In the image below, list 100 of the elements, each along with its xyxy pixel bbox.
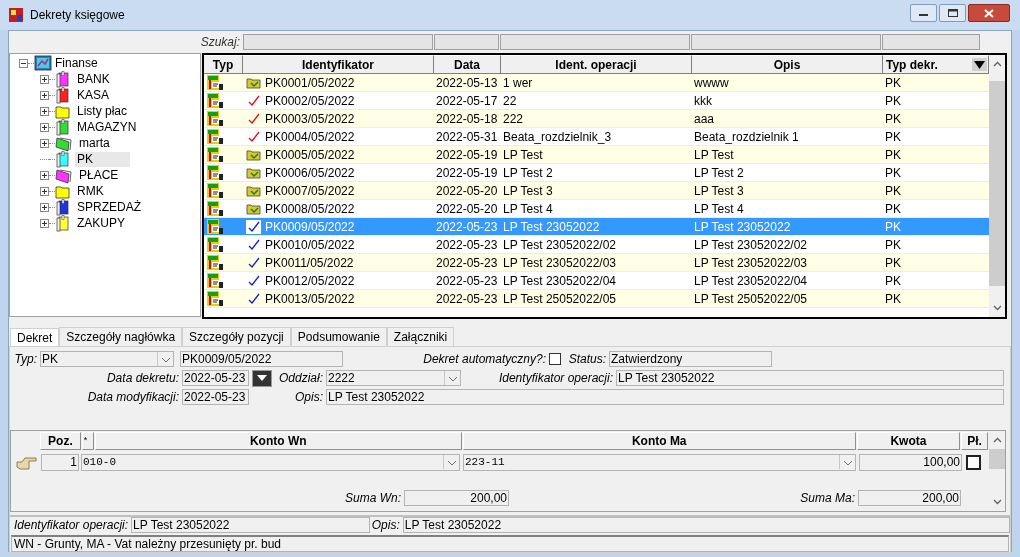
expand-icon[interactable]	[40, 170, 49, 180]
checkbox[interactable]	[966, 454, 981, 470]
expand-icon[interactable]	[40, 106, 49, 116]
tree-item[interactable]: PŁACE	[77, 167, 121, 183]
table-cell: 1	[41, 453, 79, 471]
collapse-icon[interactable]	[19, 58, 28, 68]
search-field[interactable]	[691, 34, 881, 50]
text-field[interactable]: 200,00	[404, 490, 509, 506]
dropdown[interactable]: 2222	[326, 370, 461, 386]
document-icon	[207, 128, 224, 145]
column-header[interactable]: Data	[434, 55, 501, 74]
minimize-button[interactable]	[910, 4, 937, 22]
column-header[interactable]: Typ dekr.	[883, 55, 989, 74]
maximize-button[interactable]	[939, 4, 966, 22]
text-field[interactable]: LP Test 23052022	[402, 517, 1010, 533]
column-header[interactable]: Pł.	[961, 432, 988, 450]
expand-icon[interactable]	[40, 90, 49, 100]
dropdown[interactable]: 223-11	[463, 453, 856, 471]
tree-item[interactable]: marta	[77, 135, 112, 151]
tree-item[interactable]: Listy płac	[75, 103, 130, 119]
table-row[interactable]: PK0008/05/2022 2022-05-20 LP Test 4 LP Test 4 PK	[204, 200, 989, 218]
tab[interactable]: Szczegóły pozycji	[182, 327, 291, 346]
text-field[interactable]: 2022-05-23	[182, 370, 249, 386]
table-row[interactable]: PK0011/05/2022 2022-05-23 LP Test 23052022/03 LP Test 23052022/03 PK	[204, 254, 989, 272]
expand-icon[interactable]	[40, 186, 49, 196]
search-field[interactable]	[434, 34, 499, 50]
expand-icon[interactable]	[40, 74, 49, 84]
column-header[interactable]: Konto Ma	[462, 432, 856, 450]
table-row[interactable]: PK0001/05/2022 2022-05-13 1 wer wwww PK	[204, 74, 989, 92]
table-row[interactable]: PK0005/05/2022 2022-05-19 LP Test LP Test PK	[204, 146, 989, 164]
tree-item[interactable]: PK	[75, 151, 130, 167]
column-header[interactable]: Poz.	[40, 432, 81, 450]
folder-icon	[245, 75, 261, 90]
tab[interactable]: Podsumowanie	[290, 327, 387, 346]
table-row[interactable]: PK0012/05/2022 2022-05-23 LP Test 23052022/04 LP Test 23052022/04 PK	[204, 272, 989, 290]
column-header[interactable]: *	[81, 432, 94, 450]
scrollbar-thumb[interactable]	[989, 81, 1005, 286]
column-header[interactable]: Konto Wn	[94, 432, 462, 450]
document-icon	[207, 110, 224, 127]
scroll-down-icon[interactable]	[992, 305, 1002, 311]
table-cell-text: PK	[885, 290, 901, 308]
table-cell-text: LP Test 23052022/04	[694, 272, 807, 290]
document-icon	[207, 272, 224, 289]
table-cell-text: LP Test 23052022/02	[503, 236, 616, 254]
column-header[interactable]: Identyfikator	[243, 55, 434, 74]
search-field[interactable]	[243, 34, 433, 50]
table-cell-text: PK	[885, 164, 901, 182]
tree-item[interactable]: Finanse	[55, 54, 98, 72]
tree-item[interactable]: BANK	[75, 71, 112, 87]
tree-item[interactable]: RMK	[75, 183, 106, 199]
expand-icon[interactable]	[40, 218, 49, 228]
column-header[interactable]: Ident. operacji	[501, 55, 692, 74]
tree-item[interactable]: KASA	[75, 87, 111, 103]
table-row[interactable]: PK0006/05/2022 2022-05-19 LP Test 2 LP Test 2 PK	[204, 164, 989, 182]
scrollbar[interactable]	[989, 55, 1005, 317]
text-field[interactable]: PK0009/05/2022	[180, 351, 343, 367]
text-field[interactable]: 2022-05-23	[182, 389, 249, 405]
table-cell-text: 2022-05-19	[436, 146, 498, 164]
text-field[interactable]: LP Test 23052022	[616, 370, 1004, 386]
description-text: WN - Grunty, MA - Vat należny przesunięty pr. bud	[11, 535, 1009, 552]
dropdown[interactable]: PK	[40, 351, 174, 367]
caret-icon	[256, 374, 268, 382]
checkbox[interactable]	[549, 353, 561, 365]
table-row[interactable]: PK0013/05/2022 2022-05-23 LP Test 25052022/05 LP Test 25052022/05 PK	[204, 290, 989, 308]
tree-item[interactable]: MAGAZYN	[75, 119, 139, 135]
dropdown[interactable]: 010-0	[81, 453, 460, 471]
text-field[interactable]: 100,00	[859, 453, 962, 471]
filter-dropdown-icon[interactable]	[972, 58, 987, 71]
search-field[interactable]	[500, 34, 690, 50]
column-header[interactable]: Kwota	[856, 432, 961, 450]
table-cell-text: PK0002/05/2022	[265, 92, 355, 110]
text-field[interactable]: Zatwierdzony	[609, 351, 772, 367]
tree-item[interactable]: ZAKUPY	[75, 215, 127, 231]
search-field[interactable]	[882, 34, 980, 50]
close-button[interactable]	[968, 4, 1010, 22]
table-cell-text: wwww	[694, 74, 729, 92]
table-row[interactable]: PK0003/05/2022 2022-05-18 222 aaa PK	[204, 110, 989, 128]
document-icon	[207, 218, 224, 235]
text-field[interactable]: LP Test 23052022	[131, 517, 370, 533]
expand-icon[interactable]	[40, 122, 49, 132]
date-picker-button[interactable]	[252, 369, 272, 387]
scroll-up-icon[interactable]	[992, 61, 1002, 67]
tree-item[interactable]: SPRZEDAŻ	[75, 199, 143, 215]
scroll-up-icon[interactable]	[992, 437, 1002, 443]
table-row[interactable]: PK0007/05/2022 2022-05-20 LP Test 3 LP Test 3 PK	[204, 182, 989, 200]
table-row[interactable]: PK0010/05/2022 2022-05-23 LP Test 23052022/02 LP Test 23052022/02 PK	[204, 236, 989, 254]
text-field[interactable]: LP Test 23052022	[326, 389, 1004, 405]
table-cell-text: LP Test	[694, 146, 734, 164]
column-header[interactable]: Opis	[692, 55, 883, 74]
text-field[interactable]: 200,00	[858, 490, 961, 506]
scrollbar-thumb[interactable]	[989, 449, 1005, 469]
tab[interactable]: Załączniki	[386, 327, 455, 346]
scroll-down-icon[interactable]	[992, 499, 1002, 505]
window-title: Dekrety księgowe	[30, 7, 125, 24]
table-row[interactable]: PK0004/05/2022 2022-05-31 Beata_rozdzielnik_3 Beata_rozdzielnik 1 PK	[204, 128, 989, 146]
table-row[interactable]: PK0002/05/2022 2022-05-17 22 kkk PK	[204, 92, 989, 110]
column-header[interactable]: Typ	[204, 55, 243, 74]
expand-icon[interactable]	[40, 138, 49, 148]
expand-icon[interactable]	[40, 202, 49, 212]
tab[interactable]: Szczegóły nagłówka	[59, 327, 183, 346]
